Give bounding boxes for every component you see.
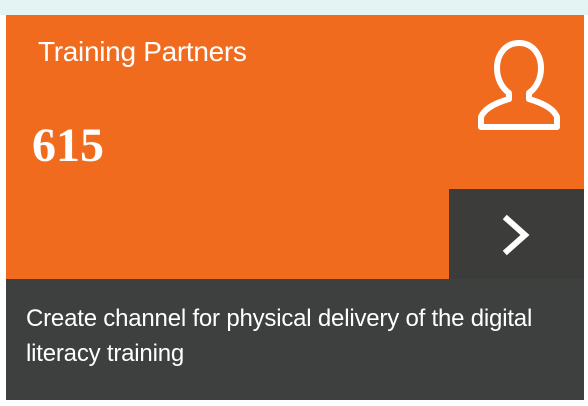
card-title: Training Partners (38, 36, 247, 67)
training-partners-card: Training Partners 615 Create channel for… (6, 15, 584, 400)
card-header: Training Partners 615 (6, 15, 584, 279)
chevron-right-icon (502, 214, 530, 256)
card-footer: Create channel for physical delivery of … (6, 279, 584, 400)
top-strip (0, 0, 588, 15)
page: Training Partners 615 Create channel for… (0, 0, 588, 406)
partner-count: 615 (32, 119, 104, 172)
card-description: Create channel for physical delivery of … (26, 305, 533, 367)
view-details-button[interactable] (449, 189, 584, 279)
user-icon (478, 40, 560, 130)
